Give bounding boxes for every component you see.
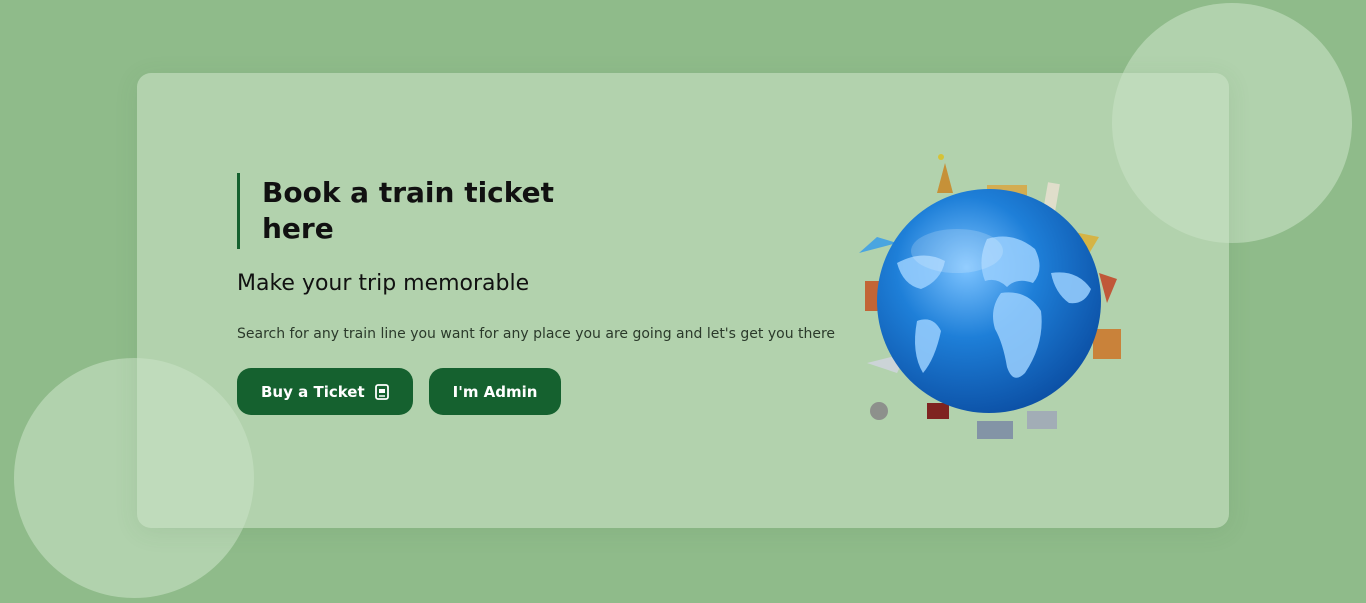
title-block: Book a train ticket here — [237, 173, 877, 249]
hero-actions: Buy a Ticket I'm Admin — [237, 368, 877, 415]
page: Book a train ticket here Make your trip … — [0, 0, 1366, 603]
page-title: Book a train ticket here — [262, 176, 555, 245]
hero-description: Search for any train line you want for a… — [237, 326, 836, 342]
admin-button[interactable]: I'm Admin — [428, 368, 562, 415]
buy-ticket-button[interactable]: Buy a Ticket — [237, 368, 413, 415]
hero-card: Book a train ticket here Make your trip … — [137, 73, 1229, 528]
buy-ticket-label: Buy a Ticket — [261, 382, 365, 401]
admin-label: I'm Admin — [452, 382, 538, 401]
ticket-icon — [374, 383, 389, 400]
hero-content: Book a train ticket here Make your trip … — [237, 173, 877, 415]
globe-landmarks-illustration — [837, 153, 1137, 453]
hero-subtitle: Make your trip memorable — [237, 271, 530, 296]
